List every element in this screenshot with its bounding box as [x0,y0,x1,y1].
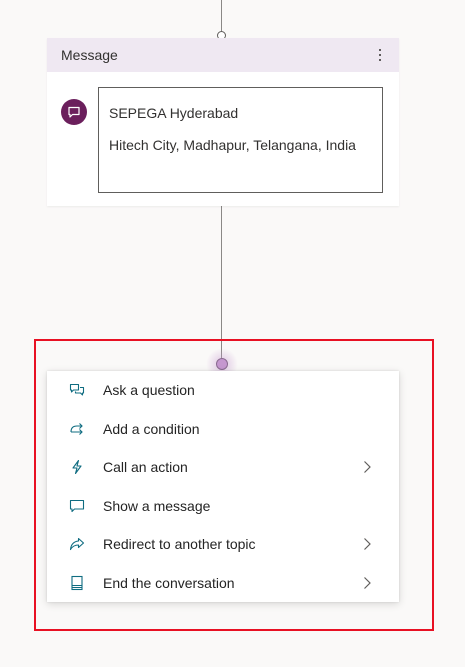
highlight-frame [34,339,434,631]
message-avatar-icon [61,99,87,125]
top-connector-line [221,0,222,32]
more-options-icon[interactable] [371,44,389,66]
message-node-card[interactable]: Message SEPEGA Hyderabad Hitech City, Ma… [47,38,399,206]
message-line-2: Hitech City, Madhapur, Telangana, India [109,137,356,153]
message-line-1: SEPEGA Hyderabad [109,105,239,121]
message-node-title: Message [61,47,118,63]
message-node-header: Message [47,38,399,72]
bottom-connector-line [221,206,222,359]
message-text-box[interactable]: SEPEGA Hyderabad Hitech City, Madhapur, … [98,87,383,193]
